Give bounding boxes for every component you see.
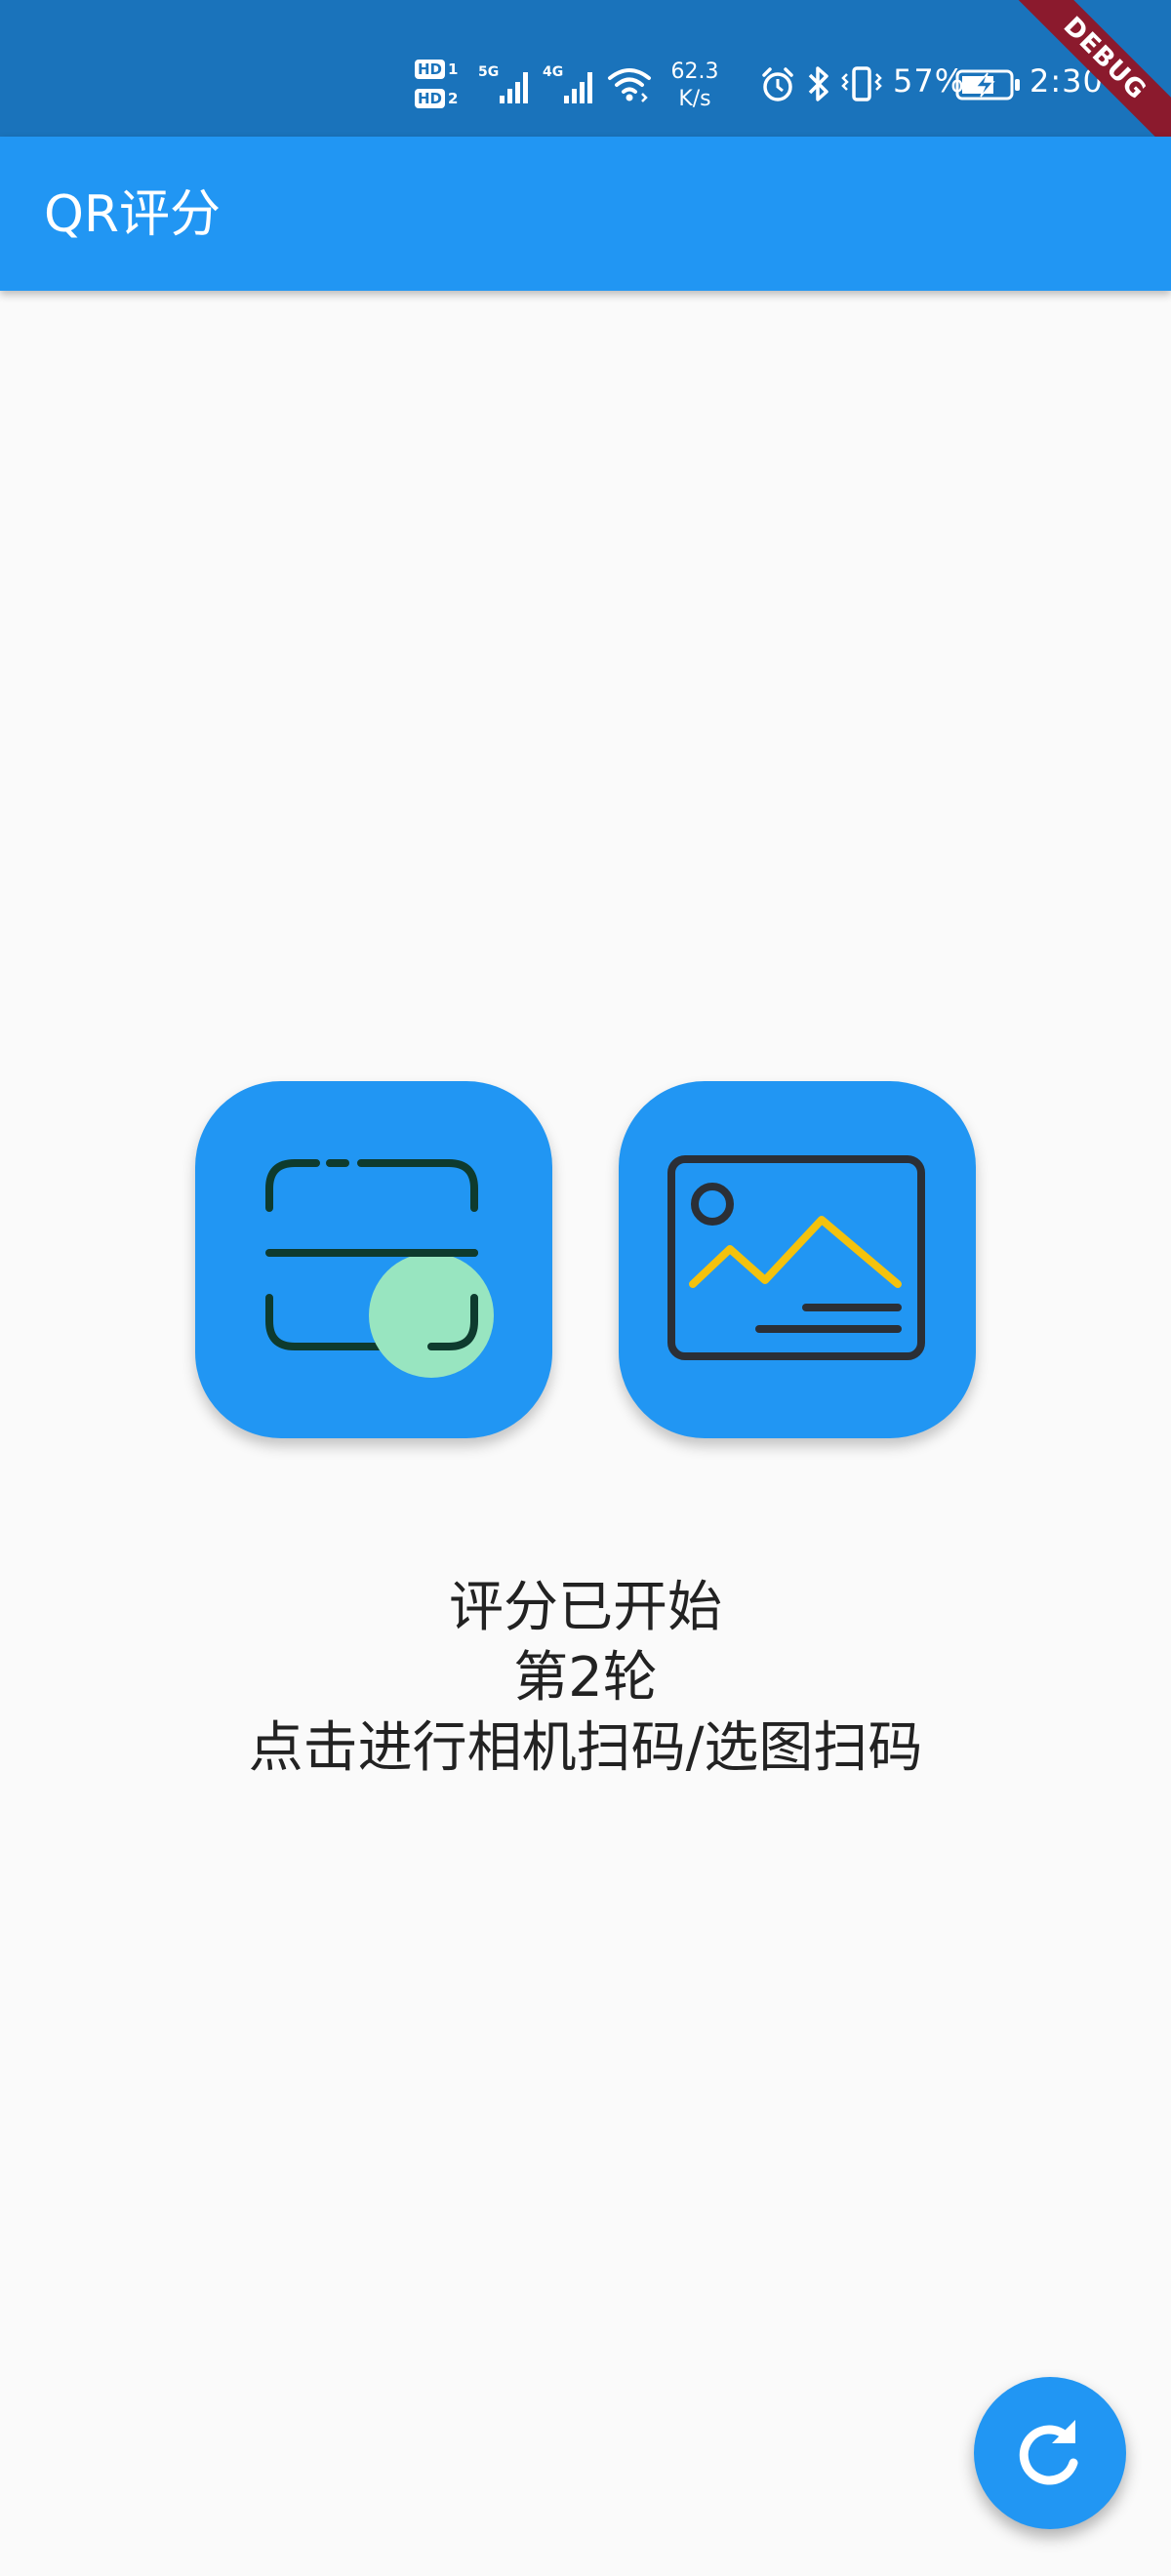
status-line-started: 评分已开始	[449, 1576, 722, 1639]
hd2-badge: HD	[415, 89, 446, 108]
status-message: 评分已开始 第2轮 点击进行相机扫码/选图扫码	[0, 1573, 1171, 1784]
app-title: QR评分	[44, 185, 222, 244]
app-bar: QR评分	[0, 137, 1171, 291]
gallery-pick-button[interactable]	[619, 1081, 976, 1438]
status-line-round: 第2轮	[513, 1646, 658, 1710]
net-4g-label: 4G	[543, 64, 564, 80]
speed-unit: K/s	[678, 87, 711, 111]
hd2-number: 2	[448, 90, 459, 107]
alarm-icon	[759, 66, 796, 107]
bluetooth-icon	[804, 64, 833, 107]
app-screen: HD 1 HD 2 5G 4G 62.3 K/s 57% 2:30 DEBUG …	[0, 0, 1171, 2576]
speed-value: 62.3	[670, 60, 719, 84]
signal-5g-icon: 5G	[478, 64, 533, 105]
status-line-hint: 点击进行相机扫码/选图扫码	[248, 1716, 923, 1780]
vibrate-icon	[839, 64, 884, 107]
scan-icon	[265, 1159, 494, 1378]
signal-4g-icon: 4G	[543, 64, 597, 105]
refresh-icon	[1019, 2420, 1078, 2485]
hd-indicator: HD 1 HD 2	[415, 55, 469, 117]
status-bar: HD 1 HD 2 5G 4G 62.3 K/s 57% 2:30 DEBUG	[0, 0, 1171, 163]
refresh-button[interactable]	[974, 2377, 1126, 2529]
battery-charging-icon	[954, 68, 1023, 105]
image-icon	[667, 1155, 925, 1360]
network-speed: 62.3 K/s	[656, 59, 734, 113]
hd1-badge: HD	[415, 60, 446, 79]
camera-scan-button[interactable]	[195, 1081, 552, 1438]
hd1-number: 1	[448, 60, 459, 78]
wifi-icon	[607, 64, 652, 107]
net-5g-label: 5G	[478, 64, 500, 80]
